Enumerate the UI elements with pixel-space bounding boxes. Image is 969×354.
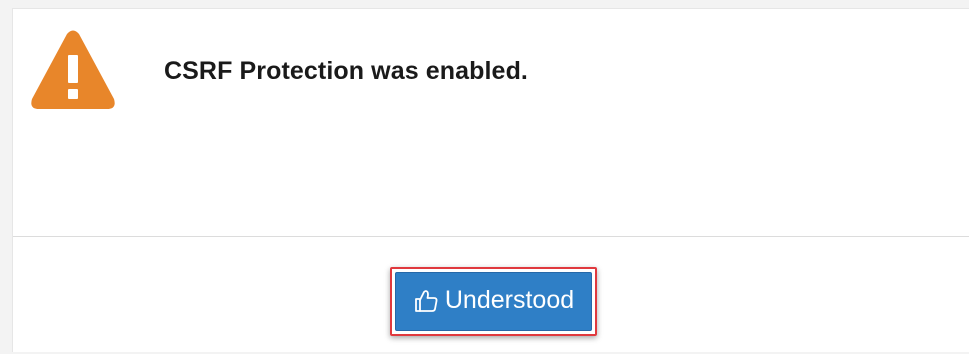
thumbs-up-icon — [414, 289, 438, 312]
warning-triangle-icon — [31, 30, 115, 109]
dialog-footer: Understood — [13, 237, 969, 353]
dialog-body: CSRF Protection was enabled. — [13, 9, 969, 237]
understood-button-label: Understood — [444, 286, 575, 314]
understood-button[interactable]: Understood — [395, 272, 592, 331]
button-highlight: Understood — [390, 267, 597, 336]
dialog-message: CSRF Protection was enabled. — [164, 57, 528, 85]
csrf-dialog: CSRF Protection was enabled. Understood — [12, 8, 969, 352]
